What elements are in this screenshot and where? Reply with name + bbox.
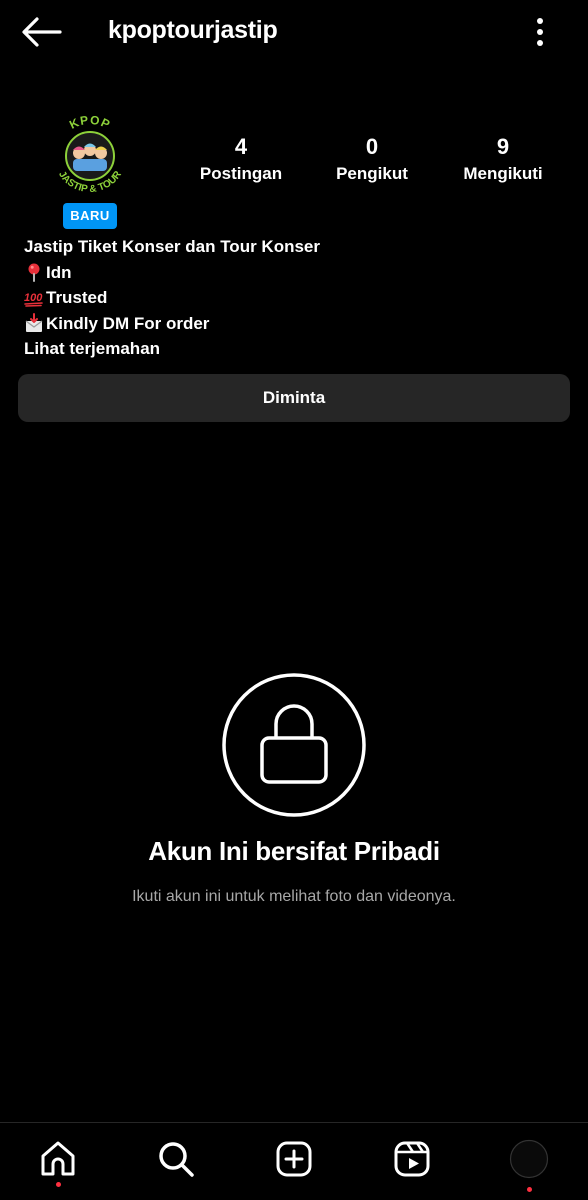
- envelope-arrow-icon: [25, 313, 43, 333]
- bio-line-1: Jastip Tiket Konser dan Tour Konser: [24, 237, 320, 256]
- followers-label: Pengikut: [336, 164, 408, 183]
- profile-avatar: [509, 1139, 549, 1179]
- requested-button[interactable]: Diminta: [18, 374, 570, 422]
- nav-reels[interactable]: [392, 1139, 432, 1179]
- back-button[interactable]: [18, 14, 64, 50]
- stat-following[interactable]: 9 Mengikuti: [452, 132, 554, 186]
- profile-notification-dot: [527, 1187, 532, 1192]
- search-icon: [159, 1142, 194, 1177]
- stat-posts[interactable]: 4 Postingan: [192, 132, 290, 186]
- bio-location: Idn: [46, 262, 72, 282]
- bio-dm: Kindly DM For order: [46, 313, 210, 333]
- arrow-left-icon: [22, 17, 62, 47]
- bottom-navigation: [0, 1122, 588, 1200]
- following-count: 9: [496, 134, 510, 159]
- top-bar: kpoptourjastip: [0, 0, 588, 64]
- private-account-subtitle: Ikuti akun ini untuk melihat foto dan vi…: [132, 888, 456, 905]
- nav-search[interactable]: [156, 1139, 196, 1179]
- posts-count: 4: [234, 134, 248, 159]
- bio-line-4: Kindly DM For order: [24, 311, 320, 337]
- more-options-button[interactable]: [524, 14, 556, 50]
- nav-home[interactable]: [38, 1139, 78, 1187]
- nav-profile[interactable]: [509, 1139, 549, 1192]
- bio-line-2: Idn: [24, 260, 320, 286]
- bio-trusted: Trusted: [46, 288, 108, 307]
- create-icon: [276, 1141, 312, 1177]
- bio: Jastip Tiket Konser dan Tour Konser Idn …: [24, 234, 320, 362]
- new-badge: BARU: [63, 203, 117, 229]
- page-title: kpoptourjastip: [108, 16, 278, 44]
- avatar-logo-top: KPOP: [67, 113, 113, 132]
- reels-icon: [394, 1141, 430, 1177]
- lock-icon: [221, 672, 367, 818]
- following-label: Mengikuti: [463, 164, 543, 183]
- pin-icon: [28, 263, 40, 283]
- avatar[interactable]: KPOP JASTIP & TOUR: [44, 110, 136, 202]
- private-account-title: Akun Ini bersifat Pribadi: [148, 836, 440, 866]
- bio-line-3: 100 Trusted: [24, 285, 320, 311]
- hundred-points-icon: 100: [24, 292, 43, 307]
- stat-followers[interactable]: 0 Pengikut: [326, 132, 418, 186]
- home-icon: [41, 1141, 75, 1176]
- more-vertical-icon: [537, 18, 543, 46]
- followers-count: 0: [365, 134, 379, 159]
- posts-label: Postingan: [199, 164, 283, 183]
- svg-text:100: 100: [24, 292, 43, 304]
- home-notification-dot: [56, 1182, 61, 1187]
- nav-create[interactable]: [274, 1139, 314, 1179]
- see-translation-link[interactable]: Lihat terjemahan: [24, 336, 320, 362]
